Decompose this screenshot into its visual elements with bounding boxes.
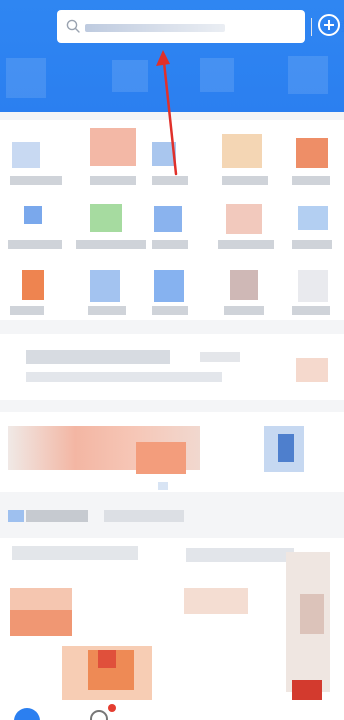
content-feed — [0, 538, 344, 700]
service-icon[interactable] — [24, 206, 42, 224]
feed-image-blurred — [98, 650, 116, 668]
service-icon[interactable] — [22, 270, 44, 300]
service-label-blurred — [292, 306, 330, 315]
feed-title-blurred — [12, 546, 138, 560]
service-label-blurred — [224, 306, 264, 315]
service-tab-icon[interactable] — [90, 710, 108, 720]
feed-title-blurred — [186, 548, 294, 562]
service-icon[interactable] — [90, 128, 136, 166]
service-label-blurred — [88, 306, 126, 315]
notification-badge — [108, 704, 116, 712]
tab-indicator — [8, 510, 24, 522]
service-icon[interactable] — [226, 204, 262, 234]
feed-image-blurred — [292, 680, 322, 700]
service-icon[interactable] — [298, 270, 328, 302]
app-screen: 搜索 — [0, 0, 344, 720]
service-label-blurred — [292, 176, 330, 185]
section-tabs — [0, 500, 344, 532]
service-label-blurred — [152, 240, 188, 249]
service-icon[interactable] — [90, 270, 120, 302]
feed-image-blurred — [10, 610, 72, 636]
feed-image-blurred — [300, 594, 324, 634]
service-icon[interactable] — [90, 204, 122, 232]
notice-title-blurred — [26, 350, 170, 364]
blurred-header-shape — [288, 56, 328, 94]
bottom-nav — [0, 700, 344, 720]
notice-subtitle-blurred — [26, 372, 222, 382]
search-input[interactable] — [85, 19, 285, 35]
home-tab-icon[interactable] — [14, 708, 40, 720]
service-label-blurred — [8, 240, 62, 249]
service-label-blurred — [10, 306, 44, 315]
service-label-blurred — [222, 176, 268, 185]
tab-label-blurred[interactable] — [104, 510, 184, 522]
blurred-header-shape — [112, 60, 148, 92]
service-label-blurred — [76, 240, 146, 249]
plus-circle-icon[interactable] — [318, 14, 340, 36]
search-divider — [311, 18, 312, 36]
service-icon[interactable] — [298, 206, 328, 230]
notice-thumbnail — [296, 358, 328, 382]
service-icon[interactable] — [12, 142, 40, 168]
service-icon[interactable] — [154, 206, 182, 232]
service-icon[interactable] — [296, 138, 328, 168]
banner-indicator — [158, 482, 168, 490]
service-label-blurred — [10, 176, 62, 185]
banner-icon-accent — [278, 434, 294, 462]
search-icon — [66, 19, 80, 33]
service-icon[interactable] — [154, 270, 184, 302]
blurred-header-shape — [6, 58, 46, 98]
service-label-blurred — [292, 240, 332, 249]
notice-card[interactable] — [0, 334, 344, 400]
service-label-blurred — [218, 240, 274, 249]
arrow-icon — [156, 50, 178, 176]
service-icon[interactable] — [230, 270, 258, 300]
notice-meta-blurred — [200, 352, 240, 362]
blurred-header-shape — [200, 58, 234, 92]
banner-accent-blurred — [136, 442, 186, 474]
search-bar[interactable]: 搜索 — [57, 10, 344, 43]
feed-image-blurred[interactable] — [184, 588, 248, 614]
service-label-blurred — [90, 176, 136, 185]
promo-banner[interactable] — [0, 412, 344, 492]
service-icon[interactable] — [222, 134, 262, 168]
tab-label-blurred[interactable] — [26, 510, 88, 522]
service-label-blurred — [152, 306, 188, 315]
